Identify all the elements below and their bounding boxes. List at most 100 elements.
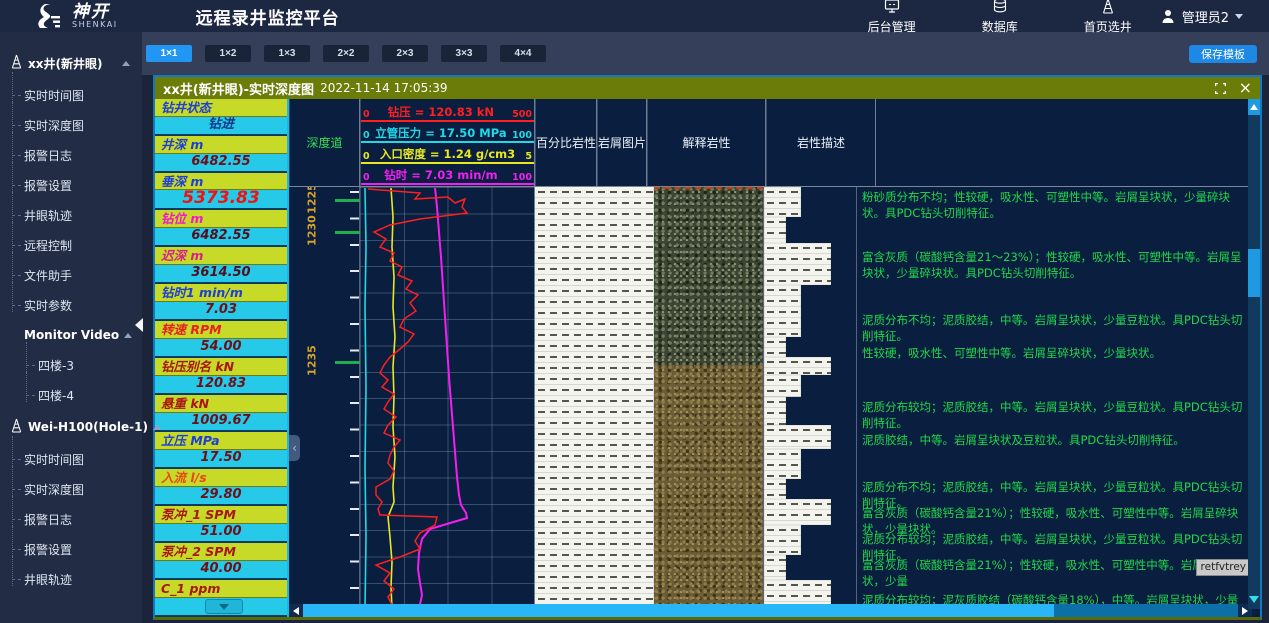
parameter-value: 6482.55 [155,228,287,245]
window-title: xx井(新井眼)-实时深度图 [163,79,314,98]
sidebar-item[interactable]: 实时深度图 [0,110,142,140]
lithology-description: 富含灰质（碳酸钙含量21%）；性较硬，吸水性、可塑性中等。岩屑呈碎块状，少量 [862,557,1246,589]
parameter-label: 泵冲_2 SPM [155,543,287,561]
chart-header: 深度道 0 钻压 = 120.83 kN 500 0 [289,99,1252,187]
parameter-label: 钻井状态 [155,99,287,117]
layout-button[interactable]: 1×1 [146,45,192,62]
chart-column-header: 岩性描述 [766,99,876,186]
well-tree-sidebar: xx井(新井眼) 实时时间图 [0,32,142,623]
parameter-row: 立压 MPa 17.50 [155,432,287,469]
parameter-label: 转速 RPM [155,321,287,339]
interpreted-lithology-block [764,217,786,243]
cuttings-photo [654,365,763,609]
panel-collapse-handle[interactable]: ‹ [289,435,300,461]
parameter-dropdown-button[interactable] [205,599,243,614]
parameter-row: 入流 l/s 29.80 [155,469,287,506]
sidebar-item[interactable]: xx井(新井眼) [0,46,142,80]
parameter-row: 泵冲_2 SPM 40.00 [155,543,287,580]
depth-track-header: 深度道 [289,99,360,186]
sidebar-item[interactable]: 实时时间图 [0,80,142,110]
page-title: 远程录井监控平台 [196,4,340,29]
parameter-row: 钻时1 min/m 7.03 [155,284,287,321]
user-name: 管理员2 [1182,7,1229,26]
fullscreen-icon[interactable] [1214,82,1227,95]
layout-button[interactable]: 2×3 [382,45,428,62]
parameter-row: 垂深 m 5373.83 [155,173,287,210]
sidebar-item[interactable]: 实时参数 [0,290,142,320]
horizontal-scroll-thumb[interactable] [303,604,1054,617]
depth-major-tick [335,361,360,364]
user-menu[interactable]: 管理员2 [1160,7,1269,26]
close-icon[interactable]: × [1239,81,1252,95]
chevron-up-icon [122,61,130,66]
sidebar-item[interactable]: 报警设置 [0,534,142,564]
sidebar-item[interactable]: 报警设置 [0,170,142,200]
layout-button[interactable]: 4×4 [500,45,546,62]
sidebar-item[interactable]: 四楼-4 [0,380,142,410]
top-header: 神开 SHENKAI 远程录井监控平台 后台管理 数据库 首页选井 [0,0,1269,32]
interpreted-lithology-block [764,285,801,337]
sidebar-item[interactable]: 报警日志 [0,504,142,534]
vertical-scroll-thumb[interactable] [1248,249,1260,297]
scroll-left-button[interactable] [289,604,303,617]
depth-minor-ticks [350,191,359,609]
lithology-description: 泥质分布较均；泥质胶结，中等。岩屑呈块状，少量豆粒状。具PDC钻头切削特征。 [862,399,1246,431]
sidebar-item[interactable]: 井眼轨迹 [0,564,142,594]
interpreted-lithology-block [764,425,831,449]
parameter-row: 井深 m 6482.55 [155,136,287,173]
depth-mark: 1225 [289,187,360,213]
curve-legend-row: 0 钻时 = 7.03 min/m 100 [361,164,534,185]
interpreted-lithology-block [764,187,801,217]
layout-button[interactable]: 3×3 [441,45,487,62]
lithology-description: 泥质胶结，中等。岩屑呈块状及豆粒状。具PDC钻头切削特征。 [862,432,1246,448]
lithology-description: 粉砂质分布不均；性较硬，吸水性、可塑性中等。岩屑呈块状，少量碎块状。具PDC钻头… [862,189,1246,221]
sidebar-item[interactable]: 实时时间图 [0,444,142,474]
sidebar-item[interactable]: 实时深度图 [0,474,142,504]
window-titlebar[interactable]: xx井(新井眼)-实时深度图 2022-11-14 17:05:39 × [155,77,1260,99]
curve-plot [360,187,535,609]
sidebar-item[interactable]: 远程控制 [0,230,142,260]
curve-rop [418,188,467,609]
parameter-label: 泵冲_1 SPM [155,506,287,524]
chevron-up-icon [124,333,132,338]
header-menu-item[interactable]: 首页选井 [1084,0,1132,35]
sidebar-item[interactable]: 四楼-3 [0,350,142,380]
parameter-value: 51.00 [155,524,287,541]
vertical-scrollbar[interactable] [1248,99,1260,609]
lithology-description: 泥质分布不均；泥质胶结，中等。岩屑呈块状，少量豆粒状。具PDC钻头切削特征。 [862,312,1246,344]
header-menu-item[interactable]: 数据库 [982,0,1018,35]
interpreted-lithology-block [764,357,831,375]
parameter-row: 泵冲_1 SPM 51.00 [155,506,287,543]
interpreted-lithology-block [764,337,786,357]
shenkai-logo-icon [36,3,62,29]
interpreted-lithology-column [764,187,857,609]
layout-button[interactable]: 1×2 [205,45,251,62]
sidebar-item[interactable]: Monitor Video [0,320,142,350]
layout-button[interactable]: 2×2 [323,45,369,62]
layout-toolbar: 1×1 1×2 1×3 2×2 2×3 3×3 4×4 保存模板 [142,32,1269,75]
depth-mark: 1230 [289,219,360,245]
sidebar-item[interactable]: 报警日志 [0,140,142,170]
parameter-row: 悬重 kN 1009.67 [155,395,287,432]
layout-button[interactable]: 1×3 [264,45,310,62]
sidebar-item[interactable]: 文件助手 [0,260,142,290]
parameter-label: C_1 ppm [155,580,287,598]
parameter-label: 立压 MPa [155,432,287,450]
parameter-label: 钻压别名 kN [155,358,287,376]
depth-chart: 深度道 0 钻压 = 120.83 kN 500 0 [289,99,1260,617]
scroll-up-button[interactable] [1248,99,1260,115]
menu-icon [992,0,1008,17]
chart-column-header: 百分比岩性 [535,99,597,186]
depth-label: 1225 [306,187,319,216]
interpreted-lithology-block [764,479,786,499]
horizontal-scrollbar[interactable] [289,604,1252,617]
scroll-down-button[interactable] [1249,593,1259,605]
save-template-button[interactable]: 保存模板 [1189,45,1257,63]
parameter-label: 悬重 kN [155,395,287,413]
sidebar-item[interactable]: Wei-H100(Hole-1) [0,410,142,444]
sidebar-collapse-handle[interactable] [135,318,143,332]
header-menu-item[interactable]: 后台管理 [868,0,916,35]
lithology-description-column: 粉砂质分布不均；性较硬，吸水性、可塑性中等。岩屑呈块状，少量碎块状。具PDC钻头… [857,187,1252,609]
sidebar-item[interactable]: 井眼轨迹 [0,200,142,230]
lithology-description: 性较硬，吸水性、可塑性中等。岩屑呈碎块状，少量块状。 [862,345,1246,361]
